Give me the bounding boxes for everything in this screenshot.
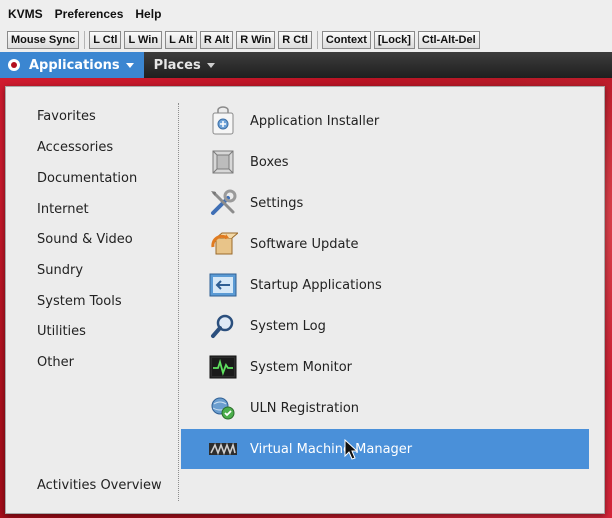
right-alt-button[interactable]: R Alt <box>199 31 234 49</box>
category-documentation[interactable]: Documentation <box>37 171 137 186</box>
app-label: ULN Registration <box>250 400 360 416</box>
settings-icon <box>207 187 239 219</box>
lock-button[interactable]: [Lock] <box>373 31 415 49</box>
places-label: Places <box>153 57 201 73</box>
app-label: System Monitor <box>250 359 353 375</box>
app-label: Startup Applications <box>250 277 382 293</box>
app-label: Software Update <box>250 236 359 252</box>
application-installer-icon <box>207 105 239 137</box>
app-item-system-monitor[interactable]: System Monitor <box>181 347 589 387</box>
category-other[interactable]: Other <box>37 355 74 370</box>
category-sundry[interactable]: Sundry <box>37 263 83 278</box>
chevron-down-icon <box>125 62 134 68</box>
activities-overview-link[interactable]: Activities Overview <box>37 478 162 493</box>
app-label: Settings <box>250 195 304 211</box>
menu-help[interactable]: Help <box>129 7 167 21</box>
app-item-application-installer[interactable]: Application Installer <box>181 101 589 141</box>
system-log-icon <box>207 310 239 342</box>
category-internet[interactable]: Internet <box>37 202 89 217</box>
toolbar-separator <box>316 31 318 49</box>
left-ctrl-button[interactable]: L Ctl <box>89 31 122 49</box>
app-label: Virtual Machine Manager <box>250 441 413 457</box>
mouse-pointer-icon <box>344 439 358 460</box>
places-menu-button[interactable]: Places <box>144 58 225 73</box>
applications-label: Applications <box>29 57 120 73</box>
category-sound-video[interactable]: Sound & Video <box>37 232 133 247</box>
menu-divider <box>178 103 179 501</box>
menu-kvms[interactable]: KVMS <box>0 7 49 21</box>
context-button[interactable]: Context <box>321 31 371 49</box>
software-update-icon <box>207 228 239 260</box>
applications-menu-button[interactable]: Applications <box>0 52 144 78</box>
app-item-startup-applications[interactable]: Startup Applications <box>181 265 589 305</box>
chevron-down-icon <box>206 62 215 68</box>
applications-menu: Favorites Accessories Documentation Inte… <box>5 86 605 514</box>
app-item-software-update[interactable]: Software Update <box>181 224 589 264</box>
app-item-system-log[interactable]: System Log <box>181 306 589 346</box>
uln-registration-icon <box>207 392 239 424</box>
category-system-tools[interactable]: System Tools <box>37 294 122 309</box>
app-label: System Log <box>250 318 326 334</box>
app-item-uln-registration[interactable]: ULN Registration <box>181 388 589 428</box>
app-label: Application Installer <box>250 113 380 129</box>
left-alt-button[interactable]: L Alt <box>165 31 197 49</box>
kvms-toolbar: Mouse Sync L Ctl L Win L Alt R Alt R Win… <box>0 28 612 52</box>
mouse-sync-button[interactable]: Mouse Sync <box>7 31 80 49</box>
right-win-button[interactable]: R Win <box>236 31 276 49</box>
toolbar-separator <box>84 31 86 49</box>
system-monitor-icon <box>207 351 239 383</box>
virtual-machine-manager-icon <box>207 433 239 465</box>
category-utilities[interactable]: Utilities <box>37 324 86 339</box>
boxes-icon <box>207 146 239 178</box>
category-favorites[interactable]: Favorites <box>37 109 96 124</box>
left-win-button[interactable]: L Win <box>124 31 163 49</box>
kvms-menubar: KVMS Preferences Help <box>0 0 612 28</box>
category-accessories[interactable]: Accessories <box>37 140 113 155</box>
distro-logo-icon <box>8 59 20 71</box>
ctrl-alt-del-button[interactable]: Ctl-Alt-Del <box>417 31 480 49</box>
top-panel: Applications Places <box>0 52 612 78</box>
right-ctrl-button[interactable]: R Ctl <box>278 31 312 49</box>
startup-applications-icon <box>207 269 239 301</box>
app-item-settings[interactable]: Settings <box>181 183 589 223</box>
menu-preferences[interactable]: Preferences <box>49 7 130 21</box>
app-item-boxes[interactable]: Boxes <box>181 142 589 182</box>
app-item-virtual-machine-manager[interactable]: Virtual Machine Manager <box>181 429 589 469</box>
app-label: Boxes <box>250 154 289 170</box>
